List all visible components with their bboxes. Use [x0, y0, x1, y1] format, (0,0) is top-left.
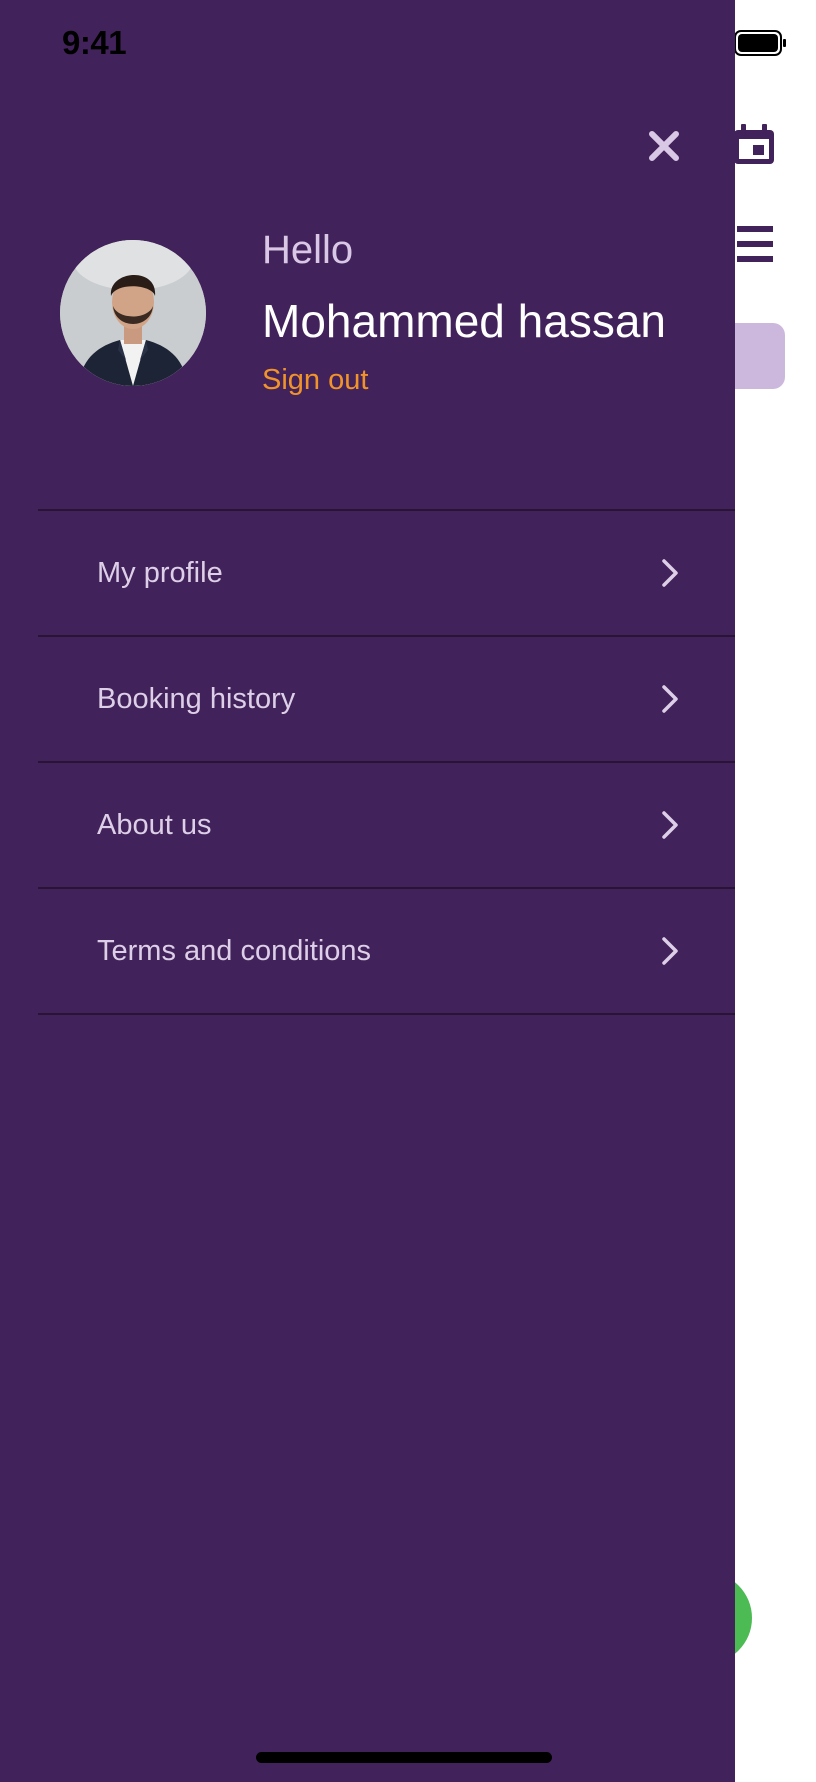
status-bar-time: 9:41 — [62, 24, 127, 61]
menu-item-label: Terms and conditions — [97, 935, 372, 967]
chevron-right-icon — [662, 559, 678, 587]
avatar — [60, 240, 206, 386]
greeting-text: Hello — [262, 228, 354, 272]
chevron-right-icon — [662, 685, 678, 713]
close-icon — [649, 131, 679, 161]
home-indicator[interactable] — [256, 1752, 552, 1763]
drawer-menu: My profile Booking history About us Term… — [38, 509, 735, 1015]
chevron-right-icon — [662, 937, 678, 965]
calendar-icon[interactable] — [732, 124, 776, 171]
menu-item-terms-and-conditions[interactable]: Terms and conditions — [38, 889, 735, 1015]
menu-item-booking-history[interactable]: Booking history — [38, 637, 735, 763]
avatar-photo — [60, 240, 206, 386]
menu-item-about-us[interactable]: About us — [38, 763, 735, 889]
menu-item-my-profile[interactable]: My profile — [38, 511, 735, 637]
chevron-right-icon — [662, 811, 678, 839]
navigation-drawer: 9:41 Hello Mohammed hassan Sign out My p… — [0, 0, 735, 1782]
user-name: Mohammed hassan — [262, 295, 666, 347]
close-button[interactable] — [636, 118, 692, 174]
menu-item-label: About us — [97, 809, 212, 841]
menu-item-label: Booking history — [97, 683, 296, 715]
battery-icon — [734, 30, 786, 56]
menu-item-label: My profile — [97, 557, 223, 589]
sign-out-link[interactable]: Sign out — [262, 364, 368, 397]
